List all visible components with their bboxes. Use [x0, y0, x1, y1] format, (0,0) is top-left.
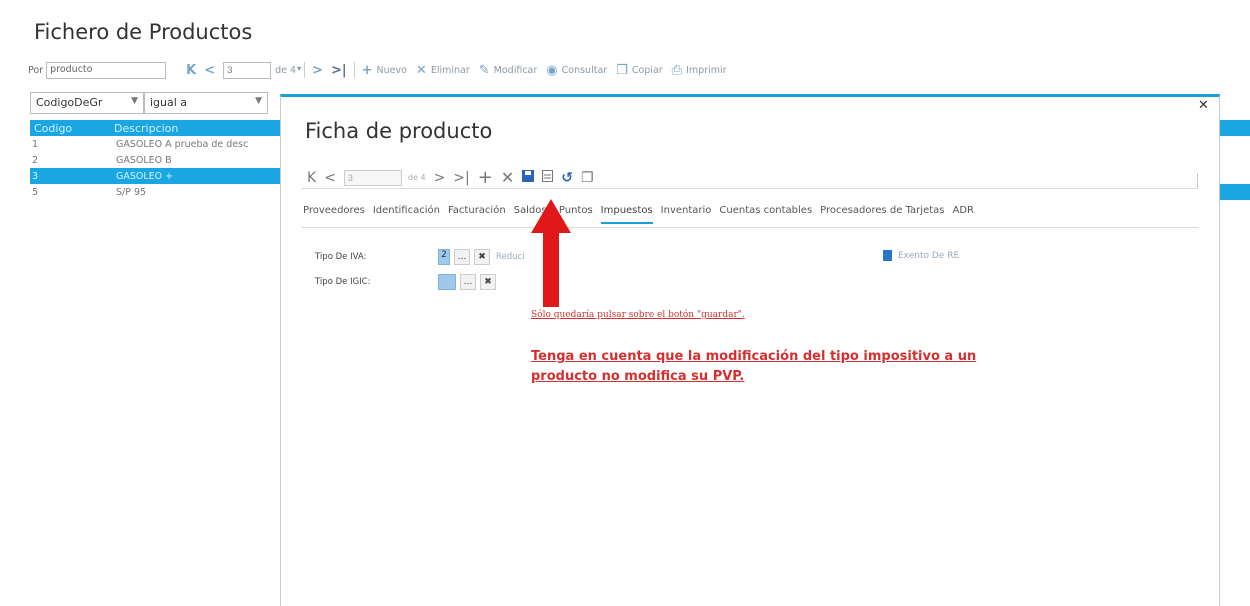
pencil-icon[interactable]: ✎ — [479, 63, 490, 78]
tab-inventario[interactable]: Inventario — [661, 205, 712, 224]
exento-re-label: Exento De RE — [898, 250, 960, 261]
records-toolbar: Por producto ▾ K < de 4 > >| + Nuevo ✕ E… — [28, 60, 732, 80]
close-icon[interactable]: ✕ — [1198, 98, 1209, 113]
dialog-title: Ficha de producto — [305, 119, 493, 143]
clear-icon[interactable]: ✖ — [474, 249, 490, 265]
printer-icon[interactable]: ⎙ — [672, 63, 682, 78]
delete-icon[interactable]: ✕ — [416, 63, 427, 78]
save-icon[interactable] — [522, 169, 535, 186]
dialog-tabs: Proveedores Identificación Facturación S… — [303, 205, 982, 224]
iva-description: Reduci — [496, 252, 525, 262]
tab-impuestos[interactable]: Impuestos — [600, 205, 653, 224]
products-table: Codigo Descripcion 1 GASOLEO A prueba de… — [30, 120, 280, 200]
lookup-button[interactable]: … — [454, 249, 470, 265]
filter-operator-value: igual a — [150, 96, 188, 109]
cell-description: S/P 95 — [116, 186, 147, 198]
toolbar-end-mark — [1197, 173, 1198, 188]
filter-operator-select[interactable]: igual a ▼ — [144, 92, 268, 114]
chevron-down-icon[interactable]: ▼ — [131, 96, 138, 106]
tab-proveedores[interactable]: Proveedores — [303, 205, 365, 224]
undo-icon[interactable]: ↺ — [561, 170, 573, 186]
table-header: Codigo Descripcion — [30, 120, 280, 136]
screen: Fichero de Productos Por producto ▾ K < … — [0, 0, 1250, 606]
save-hint-note: Sólo quedaría pulsar sobre el botón "gua… — [531, 310, 745, 320]
copy-button[interactable]: Copiar — [632, 65, 663, 76]
table-row[interactable]: 5 S/P 95 — [30, 184, 280, 200]
igic-label: Tipo De IGIC: — [315, 277, 371, 287]
cell-description: GASOLEO A prueba de desc — [116, 138, 249, 150]
red-arrow-icon — [531, 199, 571, 307]
sort-value: producto — [50, 63, 93, 75]
iva-row: Tipo De IVA: 2 … ✖ Reduci — [315, 249, 525, 265]
dialog-toolbar: K < de 4 > >| + ✕ ↺ ❐ — [307, 167, 602, 188]
copy-icon[interactable]: ❐ — [581, 170, 594, 186]
iva-label: Tipo De IVA: — [315, 252, 367, 262]
cell-code: 3 — [32, 170, 39, 182]
column-header-code[interactable]: Codigo — [30, 122, 82, 135]
delete-icon[interactable]: ✕ — [501, 168, 514, 187]
record-count: de 4 — [407, 173, 426, 182]
cell-description: GASOLEO B — [116, 154, 172, 166]
filter-row: CodigoDeGr ▼ igual a ▼ — [30, 92, 268, 114]
copy-icon[interactable]: ❐ — [616, 63, 628, 78]
cell-code: 2 — [32, 154, 39, 166]
delete-button[interactable]: Eliminar — [431, 65, 470, 76]
tab-facturacion[interactable]: Facturación — [448, 205, 506, 224]
tabs-underline — [301, 227, 1198, 228]
previous-record-icon[interactable]: < — [324, 170, 336, 186]
cell-description: GASOLEO + — [116, 170, 174, 182]
checkbox-icon — [883, 250, 892, 261]
next-record-icon[interactable]: > — [434, 170, 446, 186]
chevron-down-icon[interactable]: ▼ — [255, 96, 262, 106]
table-row[interactable]: 1 GASOLEO A prueba de desc — [30, 136, 280, 152]
igic-row: Tipo De IGIC: … ✖ — [315, 274, 496, 290]
cell-code: 1 — [32, 138, 39, 150]
document-icon[interactable] — [542, 169, 554, 186]
last-record-icon[interactable]: >| — [453, 170, 469, 186]
exento-re-checkbox[interactable]: Exento De RE — [883, 250, 959, 261]
print-button[interactable]: Imprimir — [686, 65, 726, 76]
plus-icon[interactable]: + — [478, 167, 493, 188]
first-record-icon[interactable]: K — [186, 63, 196, 78]
record-count: de 4 — [275, 64, 297, 76]
page-title: Fichero de Productos — [34, 20, 253, 44]
modify-button[interactable]: Modificar — [494, 65, 538, 76]
tab-procesadores-tarjetas[interactable]: Procesadores de Tarjetas — [820, 205, 944, 224]
filter-field-value: CodigoDeGr — [36, 96, 103, 109]
tab-adr[interactable]: ADR — [952, 205, 974, 224]
tab-identificacion[interactable]: Identificación — [373, 205, 440, 224]
table-header-strip — [1220, 120, 1250, 136]
record-number-input[interactable] — [223, 61, 272, 79]
new-button[interactable]: Nuevo — [377, 65, 407, 76]
filter-field-select[interactable]: CodigoDeGr ▼ — [30, 92, 144, 114]
eye-icon[interactable]: ◉ — [546, 63, 557, 78]
product-card-dialog: Ficha de producto K < de 4 > >| + ✕ ↺ ❐ … — [280, 94, 1220, 606]
first-record-icon[interactable]: K — [307, 170, 316, 186]
plus-icon[interactable]: + — [362, 63, 373, 78]
consult-button[interactable]: Consultar — [562, 65, 608, 76]
previous-record-icon[interactable]: < — [204, 63, 215, 78]
sort-select[interactable]: producto ▾ — [46, 61, 301, 79]
pvp-warning-note: Tenga en cuenta que la modificación del … — [531, 349, 977, 384]
tab-cuentas-contables[interactable]: Cuentas contables — [719, 205, 812, 224]
lookup-button[interactable]: … — [460, 274, 476, 290]
table-row[interactable]: 2 GASOLEO B — [30, 152, 280, 168]
cell-code: 5 — [32, 186, 39, 198]
table-row-selected[interactable]: 3 GASOLEO + — [30, 168, 280, 184]
record-number-input[interactable] — [343, 169, 402, 186]
igic-code-field[interactable] — [438, 274, 456, 290]
column-header-description[interactable]: Descripcion — [82, 122, 178, 135]
toolbar-underline — [301, 188, 1198, 189]
toolbar-divider — [353, 62, 355, 78]
sort-label: Por — [28, 64, 44, 76]
selected-row-strip — [1220, 184, 1250, 200]
iva-code-field[interactable]: 2 — [438, 249, 450, 265]
clear-icon[interactable]: ✖ — [480, 274, 496, 290]
